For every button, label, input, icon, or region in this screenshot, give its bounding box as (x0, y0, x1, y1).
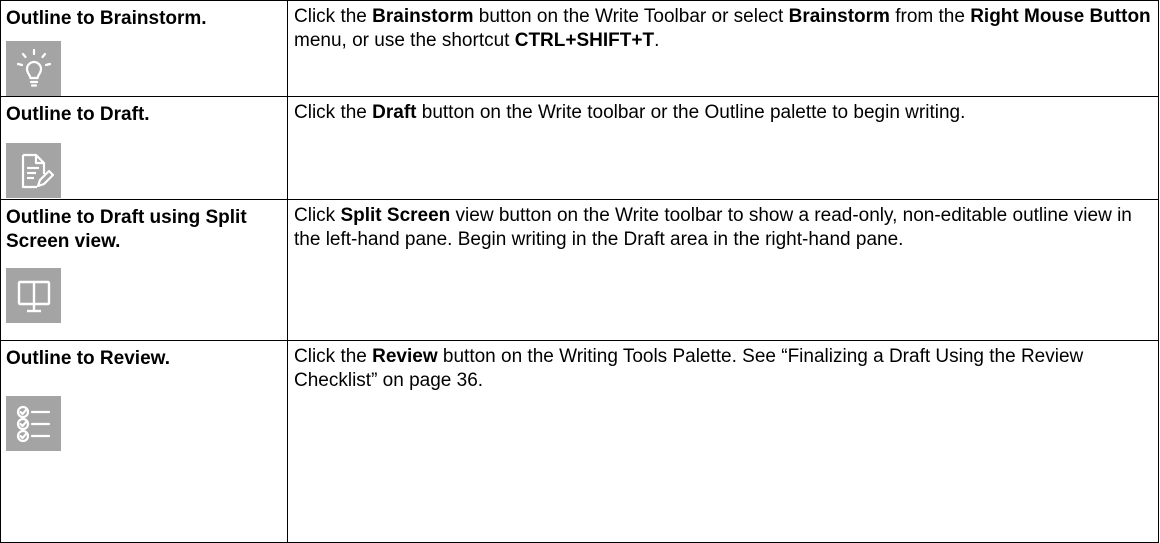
term-label: Outline to Draft. (6, 104, 150, 125)
bold-term: Brainstorm (372, 6, 474, 27)
instructions-table: Outline to Brainstorm. Click the Brainst… (0, 0, 1159, 543)
text-run: Click (294, 205, 341, 226)
review-checklist-icon (6, 396, 61, 451)
table-row: Outline to Review. Click the Review butt… (0, 340, 1159, 543)
term-label: Outline to Review. (6, 348, 170, 369)
text-run: from the (889, 6, 971, 27)
description-text: Click the Draft button on the Write tool… (288, 97, 1158, 125)
description-text: Click the Brainstorm button on the Write… (288, 1, 1158, 53)
term-cell: Outline to Brainstorm. (0, 0, 288, 97)
table-row: Outline to Brainstorm. Click the Brainst… (0, 0, 1159, 97)
bold-term: CTRL+SHIFT+T (514, 30, 655, 51)
text-run: Click the (294, 6, 373, 27)
bold-term: Brainstorm (788, 6, 890, 27)
table-row: Outline to Draft using Split Screen view… (0, 199, 1159, 341)
lightbulb-icon (6, 41, 61, 96)
description-cell: Click the Brainstorm button on the Write… (287, 0, 1159, 97)
draft-document-pen-icon (6, 143, 61, 198)
term-cell: Outline to Draft. (0, 96, 288, 200)
bold-term: Review (372, 346, 438, 367)
bold-term: Split Screen (340, 205, 451, 226)
text-run: Click the (294, 102, 373, 123)
term-label: Outline to Brainstorm. (6, 8, 207, 29)
description-text: Click Split Screen view button on the Wr… (288, 200, 1158, 252)
text-run: . (654, 30, 660, 51)
split-screen-monitor-icon (6, 268, 61, 323)
bold-term: Right Mouse Button (970, 6, 1151, 27)
text-run: menu, or use the shortcut (294, 30, 515, 51)
description-cell: Click Split Screen view button on the Wr… (287, 199, 1159, 341)
text-run: Click the (294, 346, 373, 367)
text-run: button on the Write toolbar or the Outli… (416, 102, 966, 123)
term-cell: Outline to Draft using Split Screen view… (0, 199, 288, 341)
description-cell: Click the Review button on the Writing T… (287, 340, 1159, 543)
text-run: button on the Write Toolbar or select (473, 6, 789, 27)
term-label: Outline to Draft using Split Screen view… (6, 207, 247, 252)
description-text: Click the Review button on the Writing T… (288, 341, 1158, 393)
bold-term: Draft (372, 102, 417, 123)
table-row: Outline to Draft. Click the Draft button… (0, 96, 1159, 200)
description-cell: Click the Draft button on the Write tool… (287, 96, 1159, 200)
term-cell: Outline to Review. (0, 340, 288, 543)
